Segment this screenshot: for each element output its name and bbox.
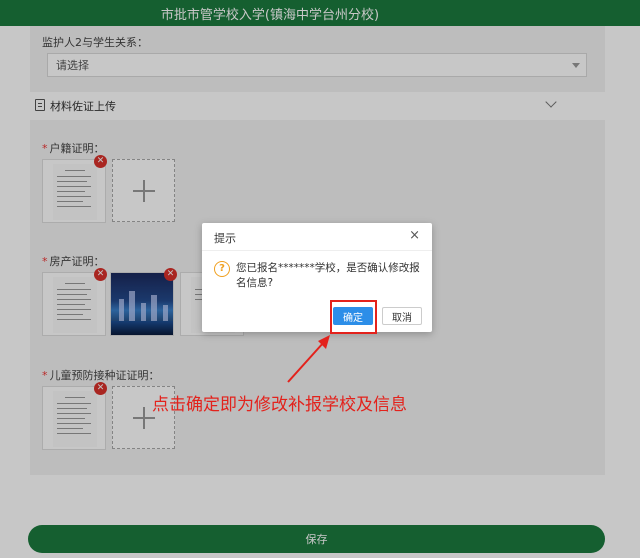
confirm-dialog: 提示 × ? 您已报名*******学校，是否确认修改报名信息? 确定 取消 <box>202 223 432 332</box>
dialog-title: 提示 <box>214 232 236 245</box>
cancel-button[interactable]: 取消 <box>382 307 422 325</box>
close-icon[interactable]: × <box>409 228 420 243</box>
highlight-box <box>330 300 377 334</box>
dialog-message: 您已报名*******学校，是否确认修改报名信息? <box>236 262 420 289</box>
annotation-arrow-icon <box>287 335 330 383</box>
question-icon: ? <box>214 261 230 277</box>
annotation-text: 点击确定即为修改补报学校及信息 <box>152 395 407 415</box>
dialog-header: 提示 × <box>202 223 432 251</box>
